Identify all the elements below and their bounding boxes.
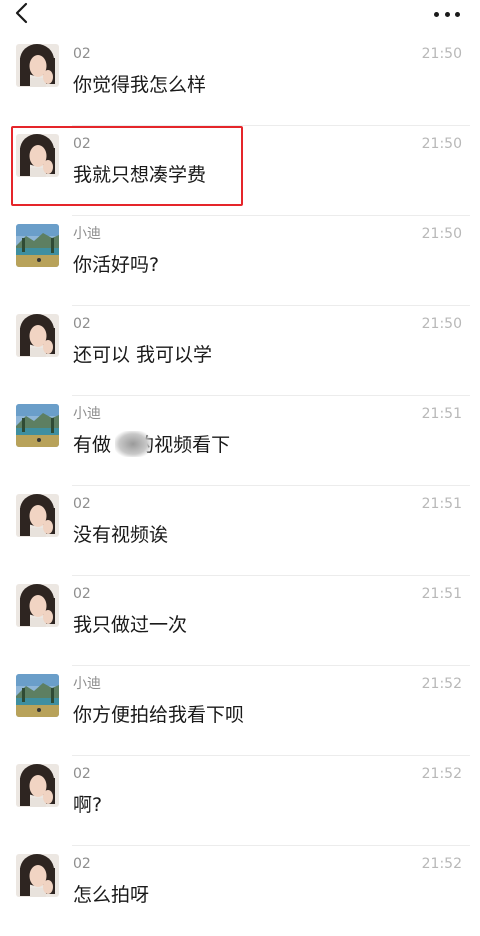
message-time: 21:50 xyxy=(421,46,462,62)
message-row[interactable]: 02 21:52 啊? xyxy=(0,756,480,846)
sender-name: 小迪 xyxy=(73,676,101,692)
message-time: 21:52 xyxy=(421,766,462,782)
avatar-landscape-icon[interactable] xyxy=(16,224,59,267)
message-row[interactable]: 02 21:51 我只做过一次 xyxy=(0,576,480,666)
sender-name: 02 xyxy=(73,316,91,332)
message-text: 怎么拍呀 xyxy=(73,884,150,906)
message-time: 21:51 xyxy=(421,586,462,602)
message-row[interactable]: 02 21:52 怎么拍呀 xyxy=(0,846,480,936)
message-row[interactable]: 小迪 21:52 你方便拍给我看下呗 xyxy=(0,666,480,756)
sender-name: 02 xyxy=(73,46,91,62)
avatar-woman-icon[interactable] xyxy=(16,854,59,897)
message-time: 21:51 xyxy=(421,406,462,422)
sender-name: 小迪 xyxy=(73,226,101,242)
sender-name: 02 xyxy=(73,856,91,872)
message-text: 你方便拍给我看下呗 xyxy=(73,704,245,726)
message-text: 还可以 我可以学 xyxy=(73,344,213,366)
message-time: 21:52 xyxy=(421,676,462,692)
avatar-woman-icon[interactable] xyxy=(16,44,59,87)
avatar-woman-icon[interactable] xyxy=(16,584,59,627)
sender-name: 小迪 xyxy=(73,406,101,422)
message-text: 有做 的视频看下 xyxy=(73,434,231,456)
top-bar xyxy=(0,0,480,36)
message-text: 你觉得我怎么样 xyxy=(73,74,207,96)
avatar-landscape-icon[interactable] xyxy=(16,404,59,447)
message-text: 你活好吗? xyxy=(73,254,160,276)
message-text: 我只做过一次 xyxy=(73,614,188,636)
blurred-redaction xyxy=(115,431,151,457)
sender-name: 02 xyxy=(73,586,91,602)
message-text: 没有视频诶 xyxy=(73,524,169,546)
message-row[interactable]: 小迪 21:50 你活好吗? xyxy=(0,216,480,306)
message-time: 21:50 xyxy=(421,316,462,332)
message-row[interactable]: 02 21:50 还可以 我可以学 xyxy=(0,306,480,396)
more-dots-icon[interactable] xyxy=(434,10,460,18)
message-text: 啊? xyxy=(73,794,103,816)
avatar-woman-icon[interactable] xyxy=(16,314,59,357)
message-time: 21:51 xyxy=(421,496,462,512)
highlight-box xyxy=(11,126,243,206)
message-row[interactable]: 02 21:51 没有视频诶 xyxy=(0,486,480,576)
avatar-woman-icon[interactable] xyxy=(16,494,59,537)
message-row[interactable]: 02 21:50 你觉得我怎么样 xyxy=(0,36,480,126)
chevron-left-icon[interactable] xyxy=(11,2,33,24)
sender-name: 02 xyxy=(73,496,91,512)
message-row[interactable]: 小迪 21:51 有做 的视频看下 xyxy=(0,396,480,486)
avatar-landscape-icon[interactable] xyxy=(16,674,59,717)
sender-name: 02 xyxy=(73,766,91,782)
message-time: 21:50 xyxy=(421,226,462,242)
message-time: 21:50 xyxy=(421,136,462,152)
avatar-woman-icon[interactable] xyxy=(16,764,59,807)
message-time: 21:52 xyxy=(421,856,462,872)
